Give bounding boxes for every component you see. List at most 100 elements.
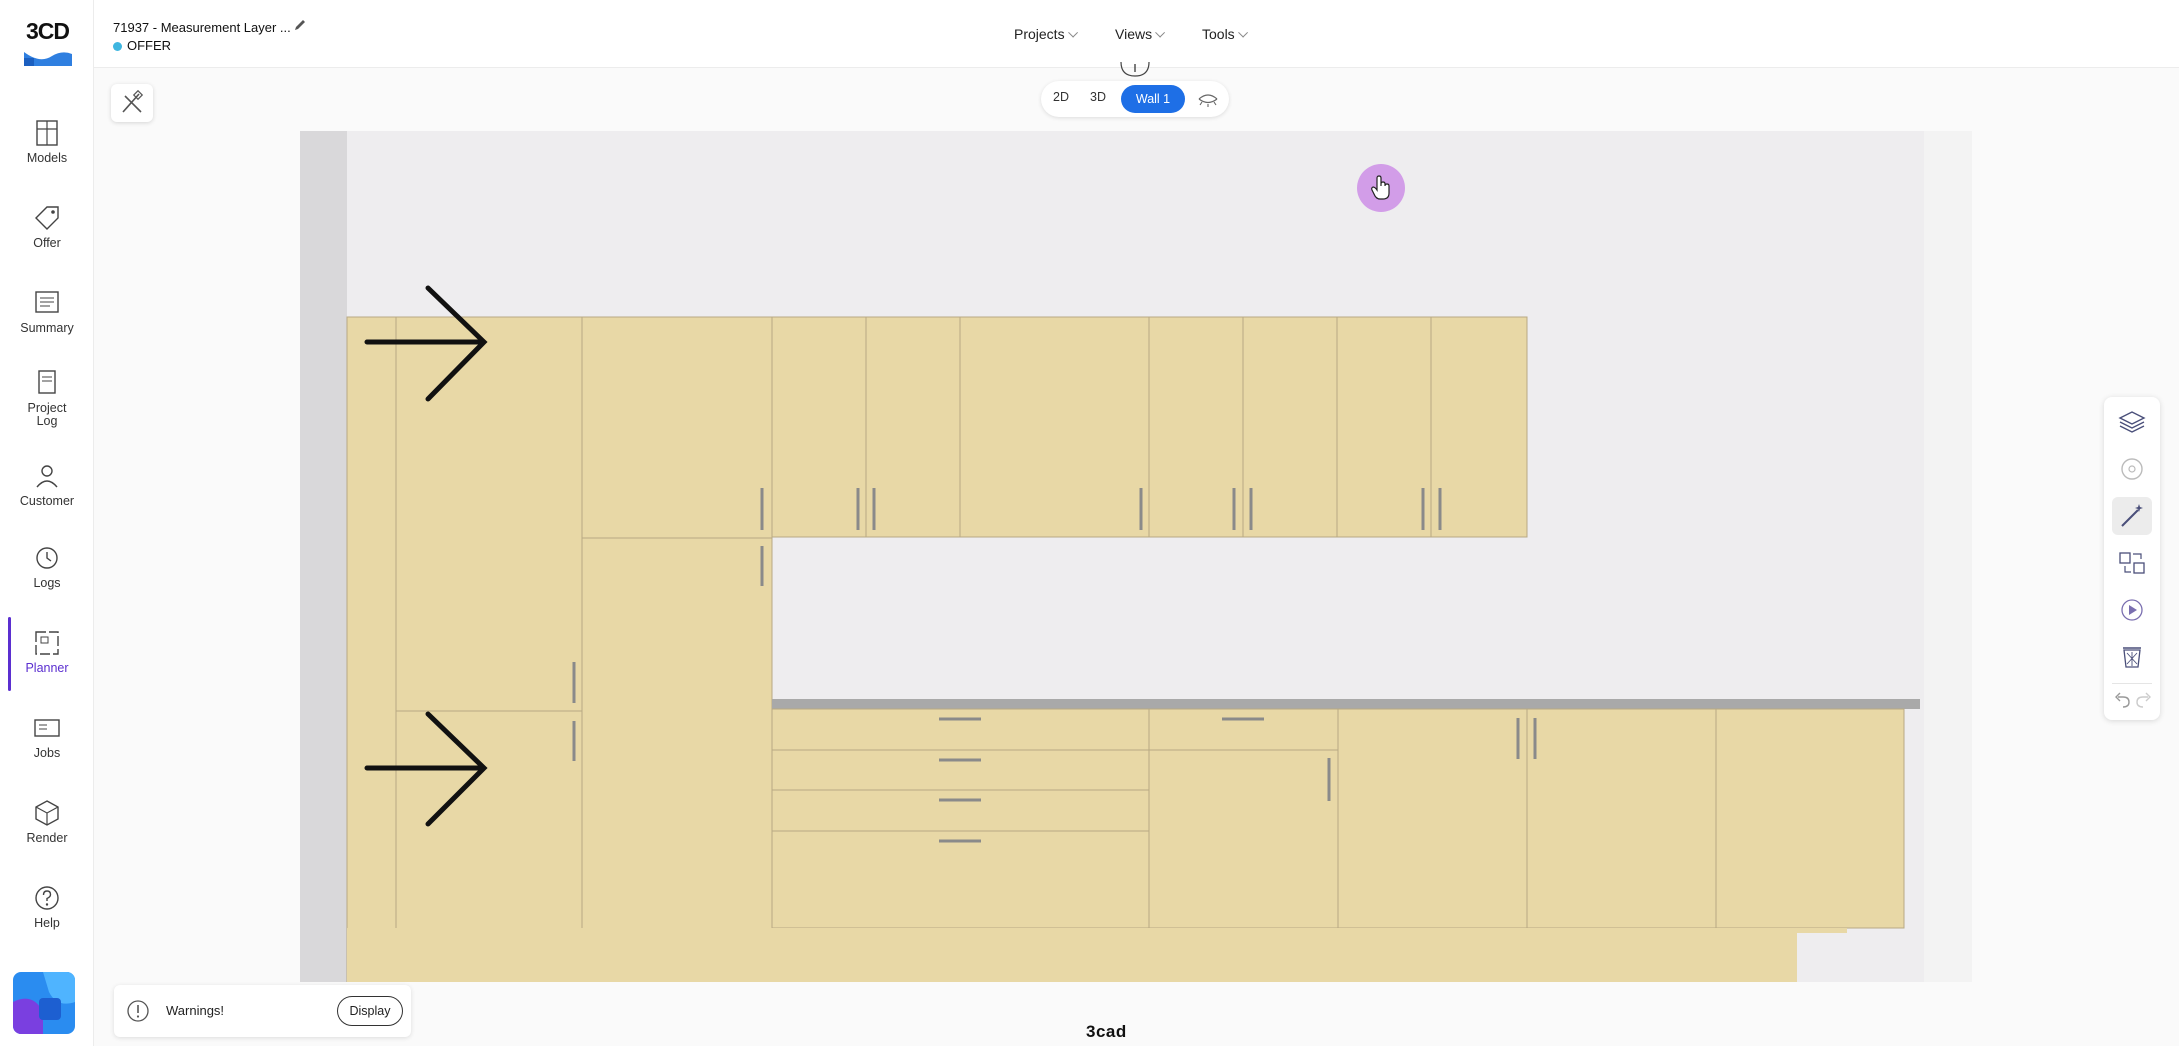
app-tile-icon <box>13 972 75 1034</box>
sidebar-item-project-log[interactable]: Project Log <box>0 368 94 442</box>
side-wall <box>300 131 347 982</box>
focus-button[interactable] <box>2112 450 2152 488</box>
planner-icon <box>35 631 59 655</box>
sidebar-item-label: Offer <box>33 236 61 250</box>
base-cabinet-1 <box>1148 708 1339 929</box>
magic-wand-icon <box>2121 504 2143 527</box>
wall-cabinet-2 <box>865 316 961 538</box>
sidebar-item-label: Render <box>26 831 68 845</box>
focus-icon <box>2121 458 2143 480</box>
play-button[interactable] <box>2112 591 2152 629</box>
menu-label: Projects <box>1014 26 1065 42</box>
customer-icon <box>36 465 58 488</box>
plinth-gap <box>1797 933 1904 982</box>
cube-icon <box>35 800 59 826</box>
right-toolbar <box>2104 397 2160 720</box>
undo-icon[interactable] <box>2112 689 2134 711</box>
view-2d-button[interactable]: 2D <box>1053 90 1069 104</box>
warnings-panel: Warnings! Display <box>114 985 411 1037</box>
tall-pantry-cabinet <box>581 316 773 982</box>
ruler-pencil-icon <box>122 89 144 113</box>
countertop <box>772 699 1920 709</box>
sidebar-item-planner[interactable]: Planner <box>0 628 94 702</box>
plinth <box>347 928 1847 982</box>
base-cabinet-3 <box>1526 708 1717 929</box>
history-icon <box>36 547 58 569</box>
summary-icon <box>35 291 59 313</box>
base-cabinet-2 <box>1337 708 1528 929</box>
logo-text: 3CD <box>26 18 70 44</box>
redo-icon[interactable] <box>2132 689 2154 711</box>
sidebar-item-jobs[interactable]: Jobs <box>0 713 94 787</box>
sidebar-item-label: Planner <box>25 661 69 675</box>
compass-notch-icon <box>1120 62 1150 77</box>
base-end-panel <box>1715 708 1905 929</box>
jobs-icon <box>34 719 60 737</box>
exclamation-icon <box>127 1000 149 1022</box>
swap-models-button[interactable] <box>2112 544 2152 582</box>
help-icon <box>35 886 59 910</box>
planner-app: 3CD Models Offer Summary Project Log Cus… <box>0 0 2179 1046</box>
hand-cursor-icon <box>1371 175 1390 200</box>
wall-elevation-canvas[interactable] <box>300 131 1972 982</box>
wall-cabinet-7 <box>1430 316 1528 538</box>
menu-tools[interactable]: Tools <box>1202 26 1248 42</box>
layers-icon <box>2118 411 2146 433</box>
sidebar: 3CD Models Offer Summary Project Log Cus… <box>0 0 94 1046</box>
sidebar-item-help[interactable]: Help <box>0 883 94 957</box>
sidebar-item-label: Customer <box>19 494 75 508</box>
sidebar-item-summary[interactable]: Summary <box>0 288 94 362</box>
layers-button[interactable] <box>2112 403 2152 441</box>
menu-label: Views <box>1115 26 1153 42</box>
app-switcher-tile[interactable] <box>13 972 75 1034</box>
view-toggle: 2D 3D Wall 1 <box>1041 81 1229 117</box>
toolbar-divider <box>2112 683 2152 684</box>
chevron-down-icon <box>1155 27 1166 38</box>
trash-icon <box>2123 647 2141 668</box>
wall-cabinet-4 <box>1148 316 1244 538</box>
chevron-down-icon <box>1237 27 1248 38</box>
status-dot <box>113 42 122 51</box>
footer-brand: 3cad <box>1086 1022 1127 1041</box>
right-margin <box>1924 131 1972 982</box>
project-log-icon <box>38 370 56 394</box>
sidebar-item-offer[interactable]: Offer <box>0 203 94 277</box>
drawer-unit <box>771 708 1150 929</box>
view-wall-button[interactable]: Wall 1 <box>1121 85 1185 113</box>
wall-cabinet-3 <box>959 316 1150 538</box>
menu-label: Tools <box>1202 26 1235 42</box>
sidebar-item-models[interactable]: Models <box>0 118 94 192</box>
sidebar-item-label: Logs <box>33 576 61 590</box>
sidebar-item-label: Project Log <box>27 401 67 428</box>
status-badge: OFFER <box>127 38 172 53</box>
sidebar-item-label: Models <box>26 151 68 165</box>
pencil-icon[interactable] <box>293 18 307 32</box>
view-3d-button[interactable]: 3D <box>1090 90 1106 104</box>
sidebar-item-label: Jobs <box>33 746 61 760</box>
measure-tool-button[interactable] <box>111 84 153 122</box>
wall-cabinet-1 <box>771 316 867 538</box>
chevron-down-icon <box>1067 27 1078 38</box>
tag-icon <box>35 206 59 230</box>
menu-projects[interactable]: Projects <box>1014 26 1078 42</box>
play-icon <box>2121 599 2143 621</box>
eye-closed-icon[interactable] <box>1197 91 1219 107</box>
wall-cabinet-5 <box>1242 316 1338 538</box>
project-title[interactable]: 71937 - Measurement Layer ... <box>113 20 291 35</box>
models-icon <box>36 120 58 146</box>
display-warnings-button[interactable]: Display <box>337 996 403 1026</box>
top-bar: 71937 - Measurement Layer ... OFFER Proj… <box>94 0 2179 68</box>
swap-models-icon <box>2119 552 2145 574</box>
tall-cabinet <box>395 316 583 982</box>
magic-wand-button[interactable] <box>2112 497 2152 535</box>
menu-views[interactable]: Views <box>1115 26 1166 42</box>
sidebar-item-logs[interactable]: Logs <box>0 543 94 617</box>
app-logo[interactable]: 3CD <box>20 18 74 68</box>
delete-button[interactable] <box>2112 638 2152 676</box>
sidebar-item-label: Help <box>34 916 60 930</box>
sidebar-item-customer[interactable]: Customer <box>0 461 94 535</box>
sidebar-item-render[interactable]: Render <box>0 798 94 872</box>
sidebar-item-label: Summary <box>20 321 74 335</box>
logo-wave-icon <box>24 52 72 66</box>
warnings-label: Warnings! <box>166 1003 225 1018</box>
